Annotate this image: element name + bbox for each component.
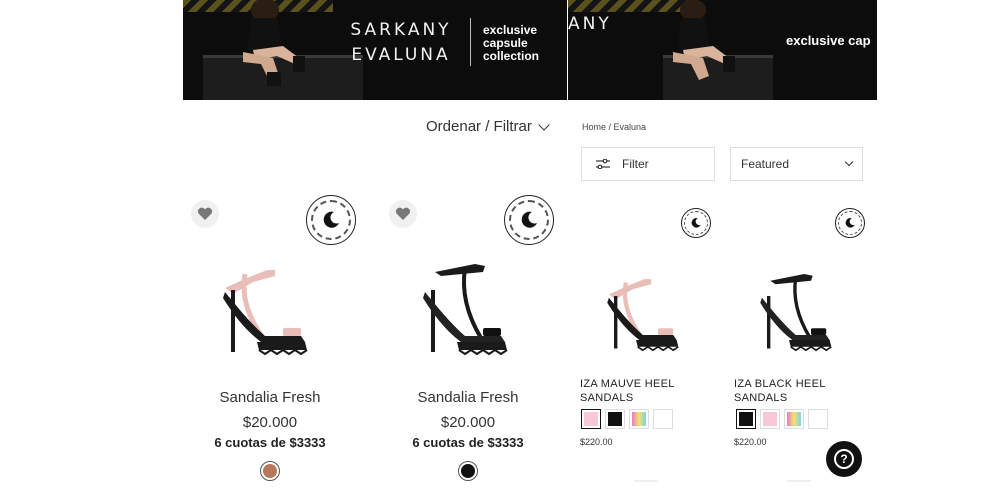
- product-image-sandal-mauve[interactable]: [592, 268, 702, 363]
- banner-caption: exclusive cap: [786, 33, 871, 48]
- help-button[interactable]: ?: [826, 441, 862, 477]
- banner-caption: exclusive capsule collection: [483, 24, 539, 63]
- color-swatch-black[interactable]: [605, 409, 625, 429]
- filter-sliders-icon: [596, 159, 610, 169]
- color-swatch-black[interactable]: [736, 409, 756, 429]
- sort-select[interactable]: Featured: [730, 147, 863, 181]
- color-swatches: [736, 409, 828, 429]
- product-installments: 6 cuotas de $3333: [412, 435, 524, 450]
- color-swatch-black[interactable]: [458, 461, 478, 481]
- color-swatch-pink[interactable]: [581, 409, 601, 429]
- color-swatch-multicolor[interactable]: [629, 409, 649, 429]
- product-image-sandal-black[interactable]: [745, 268, 855, 363]
- evaluna-moon-badge-icon: [681, 208, 711, 238]
- brand-sarkany: SARKANY: [350, 20, 452, 40]
- product-price: $220.00: [734, 437, 767, 447]
- product-name[interactable]: Sandalia Fresh: [180, 389, 360, 406]
- wishlist-heart-icon[interactable]: [191, 200, 219, 228]
- product-image-sandal-black[interactable]: [405, 258, 535, 368]
- next-row-peek: [570, 480, 875, 486]
- breadcrumb[interactable]: Home / Evaluna: [582, 122, 646, 132]
- product-installments: 6 cuotas de $3333: [214, 435, 326, 450]
- question-icon: ?: [834, 449, 854, 469]
- wishlist-heart-icon[interactable]: [389, 200, 417, 228]
- chevron-down-icon: [844, 157, 854, 167]
- brand-evaluna: EVALUNA: [351, 45, 451, 65]
- sort-filter-button[interactable]: Ordenar / Filtrar: [426, 118, 550, 135]
- caption-line: collection: [483, 49, 540, 63]
- filter-button[interactable]: Filter: [581, 147, 715, 181]
- evaluna-moon-badge-icon: [835, 208, 865, 238]
- product-image-sandal-pink[interactable]: [205, 258, 335, 368]
- right-hero-banner[interactable]: ANY exclusive cap: [568, 0, 877, 100]
- color-swatch-white[interactable]: [653, 409, 673, 429]
- brand-divider: [470, 18, 471, 66]
- evaluna-moon-badge-icon: [504, 195, 554, 245]
- product-price: $20.000: [242, 414, 298, 431]
- product-name[interactable]: Sandalia Fresh: [378, 389, 558, 406]
- left-hero-banner[interactable]: SARKANY EVALUNA exclusive capsule collec…: [183, 0, 567, 100]
- color-swatch-pink[interactable]: [760, 409, 780, 429]
- product-price: $220.00: [580, 437, 613, 447]
- color-swatch-multicolor[interactable]: [784, 409, 804, 429]
- color-swatch-brown[interactable]: [260, 461, 280, 481]
- color-swatches: [581, 409, 673, 429]
- brand-sarkany-partial: ANY: [568, 14, 612, 34]
- product-price: $20.000: [440, 414, 496, 431]
- sort-filter-label: Ordenar / Filtrar: [426, 118, 532, 135]
- filter-label: Filter: [622, 157, 649, 171]
- color-swatch-white[interactable]: [808, 409, 828, 429]
- evaluna-moon-badge-icon: [306, 195, 356, 245]
- product-name[interactable]: IZA BLACK HEEL SANDALS: [734, 377, 854, 405]
- model-photo: [663, 0, 773, 100]
- chevron-down-icon: [538, 118, 550, 131]
- sort-select-value: Featured: [741, 157, 790, 171]
- model-photo: [203, 0, 363, 100]
- product-name[interactable]: IZA MAUVE HEEL SANDALS: [580, 377, 700, 405]
